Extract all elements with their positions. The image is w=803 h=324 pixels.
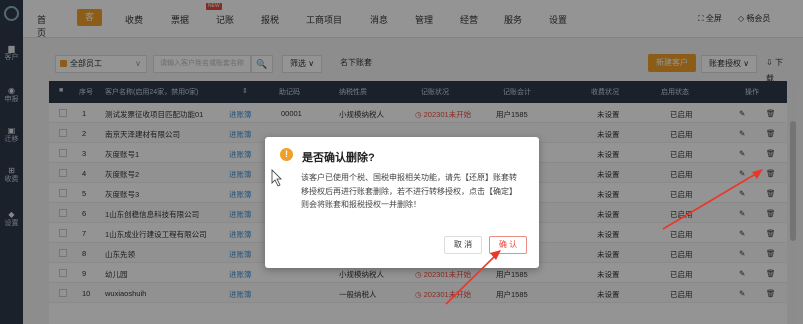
app-root: ▆ 客户 ◉ 申报 ▣ 迁移 ⊞ 收费 ◆ 设置 首页 客户 收费 票据 NEW 记账 报… [0,0,803,324]
confirm-button[interactable]: 确 认 [489,236,527,254]
dialog-message: 该客户已使用个税、国税申报相关功能，请先【还原】账套转移授权后再进行账套删除，若… [301,173,517,209]
cancel-button[interactable]: 取 消 [444,236,482,254]
dialog-title: 是否确认删除? [302,152,375,164]
confirm-delete-dialog: ! 是否确认删除? 该客户已使用个税、国税申报相关功能，请先【还原】账套转移授权… [265,137,539,268]
warning-icon: ! [280,148,293,161]
